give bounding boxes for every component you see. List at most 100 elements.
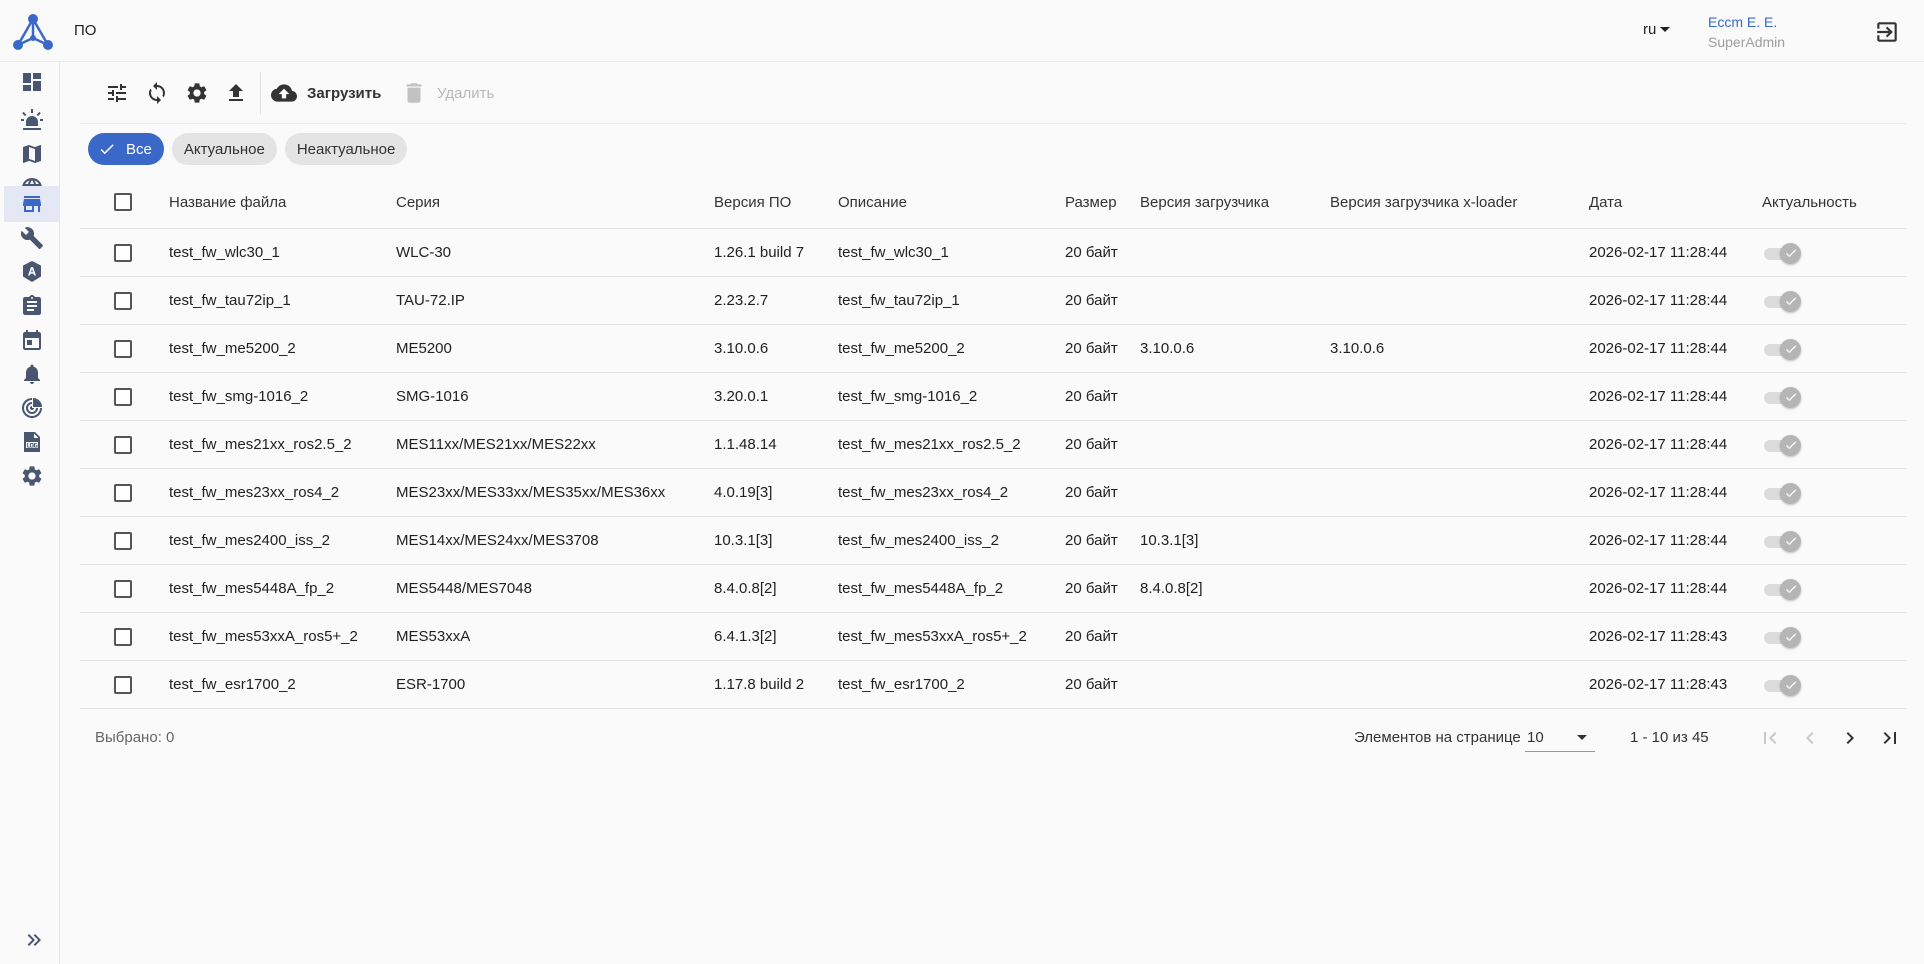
app-logo-icon[interactable] [12, 12, 54, 52]
column-header-date[interactable]: Дата [1589, 176, 1622, 228]
row-checkbox[interactable] [114, 435, 132, 454]
sidebar-item-alarms[interactable] [4, 102, 60, 138]
table-row[interactable]: test_fw_mes2400_iss_2 MES14xx/MES24xx/MES… [80, 517, 1906, 565]
cell-description: test_fw_mes5448A_fp_2 [838, 580, 1004, 597]
export-button[interactable] [223, 80, 249, 106]
toggle-knob [1780, 386, 1801, 408]
next-page-button[interactable] [1836, 724, 1864, 752]
column-header-series[interactable]: Серия [396, 176, 440, 228]
column-header-version[interactable]: Версия ПО [714, 176, 791, 228]
table-row[interactable]: test_fw_mes5448A_fp_2 MES5448/MES7048 8.4.… [80, 565, 1906, 613]
sidebar-item-schedule[interactable] [4, 322, 60, 358]
prev-page-button[interactable] [1796, 724, 1824, 752]
row-checkbox[interactable] [114, 675, 132, 694]
sidebar-item-logs[interactable] [4, 424, 60, 460]
cell-series: SMG-1016 [396, 388, 469, 405]
log-icon [24, 432, 40, 452]
toolbar: Загрузить Удалить [80, 62, 1906, 124]
column-header-xloader[interactable]: Версия загрузчика x-loader [1330, 176, 1517, 228]
column-header-bootloader[interactable]: Версия загрузчика [1140, 176, 1269, 228]
delete-button[interactable]: Удалить [401, 80, 494, 106]
actual-toggle[interactable] [1762, 674, 1802, 696]
caret-down-icon [1577, 735, 1587, 740]
row-checkbox[interactable] [114, 387, 132, 406]
actual-toggle[interactable] [1762, 626, 1802, 648]
actual-toggle[interactable] [1762, 578, 1802, 600]
column-header-actual[interactable]: Актуальность [1762, 176, 1857, 228]
sidebar-item-dashboard[interactable] [4, 64, 60, 100]
check-icon [1785, 681, 1796, 690]
columns-config-button[interactable] [104, 80, 130, 106]
row-checkbox[interactable] [114, 243, 132, 262]
sidebar-item-map[interactable] [4, 136, 60, 172]
filter-chip-actual-label: Актуальное [183, 140, 265, 158]
refresh-button[interactable] [144, 80, 170, 106]
cell-description: test_fw_mes23xx_ros4_2 [838, 484, 1009, 501]
language-select[interactable]: ru [1643, 21, 1671, 38]
store-icon [23, 196, 41, 212]
row-checkbox[interactable] [114, 531, 132, 550]
select-all-checkbox[interactable] [114, 193, 132, 211]
table-row[interactable]: test_fw_mes53xxA_ros5+_2 MES53xxA 6.4.1.3[… [80, 613, 1906, 661]
per-page-select[interactable]: 10 [1525, 722, 1595, 752]
actual-toggle[interactable] [1762, 482, 1802, 504]
actual-toggle[interactable] [1762, 242, 1802, 264]
sidebar-item-monitoring[interactable] [4, 390, 60, 426]
table-row[interactable]: test_fw_esr1700_2 ESR-1700 1.17.8 build 2 t… [80, 661, 1906, 709]
user-info[interactable]: Еccm E. E. SuperAdmin [1708, 12, 1785, 52]
filter-chip-all[interactable]: Все [88, 133, 164, 165]
check-icon [1785, 489, 1796, 498]
cell-name: test_fw_mes53xxA_ros5+_2 [169, 628, 358, 645]
row-checkbox[interactable] [114, 291, 132, 310]
actual-toggle[interactable] [1762, 290, 1802, 312]
filter-chip-not-actual[interactable]: Неактуальное [284, 133, 408, 165]
actual-toggle[interactable] [1762, 530, 1802, 552]
check-icon [1785, 249, 1796, 258]
table-row[interactable]: test_fw_smg-1016_2 SMG-1016 3.20.0.1 test_f… [80, 373, 1906, 421]
table-row[interactable]: test_fw_tau72ip_1 TAU-72.IP 2.23.2.7 test_f… [80, 277, 1906, 325]
cell-series: TAU-72.IP [396, 292, 465, 309]
column-header-size[interactable]: Размер [1065, 176, 1117, 228]
table-row[interactable]: test_fw_me5200_2 ME5200 3.10.0.6 test_fw_me… [80, 325, 1906, 373]
table-row[interactable]: test_fw_mes23xx_ros4_2 MES23xx/MES33xx/ME… [80, 469, 1906, 517]
sidebar-item-settings[interactable] [4, 458, 60, 494]
actual-toggle[interactable] [1762, 386, 1802, 408]
sidebar-item-reports[interactable] [4, 288, 60, 324]
cell-size: 20 байт [1065, 628, 1118, 645]
filter-chip-actual[interactable]: Актуальное [171, 133, 277, 165]
logout-icon[interactable] [1874, 19, 1900, 45]
first-page-button[interactable] [1756, 724, 1784, 752]
page-range: 1 - 10 из 45 [1630, 729, 1709, 746]
upload-button[interactable]: Загрузить [271, 80, 381, 106]
table-row[interactable]: test_fw_mes21xx_ros2.5_2 MES11xx/MES21xx/… [80, 421, 1906, 469]
sidebar-item-maintenance[interactable] [4, 220, 60, 256]
row-checkbox[interactable] [114, 339, 132, 358]
cell-version: 10.3.1[3] [714, 532, 773, 549]
column-header-name[interactable]: Название файла [169, 176, 286, 228]
cell-version: 1.26.1 build 7 [714, 244, 805, 261]
cell-size: 20 байт [1065, 580, 1118, 597]
double-chevron-right-icon[interactable] [22, 928, 46, 952]
trash-icon [406, 83, 422, 103]
row-checkbox[interactable] [114, 579, 132, 598]
cell-name: test_fw_mes5448A_fp_2 [169, 580, 335, 597]
actual-toggle[interactable] [1762, 434, 1802, 456]
cell-version: 2.23.2.7 [714, 292, 769, 309]
actual-toggle[interactable] [1762, 338, 1802, 360]
refresh-icon [149, 82, 165, 104]
settings-button[interactable] [184, 80, 210, 106]
sidebar-item-software[interactable] [4, 186, 60, 222]
column-header-description[interactable]: Описание [838, 176, 907, 228]
sidebar-item-notifications[interactable] [4, 356, 60, 392]
cell-xloader: 3.10.0.6 [1330, 340, 1385, 357]
table-row[interactable]: test_fw_wlc30_1 WLC-30 1.26.1 build 7 test_… [80, 229, 1906, 277]
gear-icon [187, 83, 207, 103]
last-page-button[interactable] [1876, 724, 1904, 752]
cell-series: ME5200 [396, 340, 452, 357]
selected-count: Выбрано: 0 [95, 729, 175, 746]
row-checkbox[interactable] [114, 627, 132, 646]
row-checkbox[interactable] [114, 483, 132, 502]
sidebar-item-automation[interactable] [4, 254, 60, 290]
cell-series: MES23xx/MES33xx/MES35xx/MES36xx [396, 484, 666, 501]
cell-description: test_fw_mes21xx_ros2.5_2 [838, 436, 1021, 453]
